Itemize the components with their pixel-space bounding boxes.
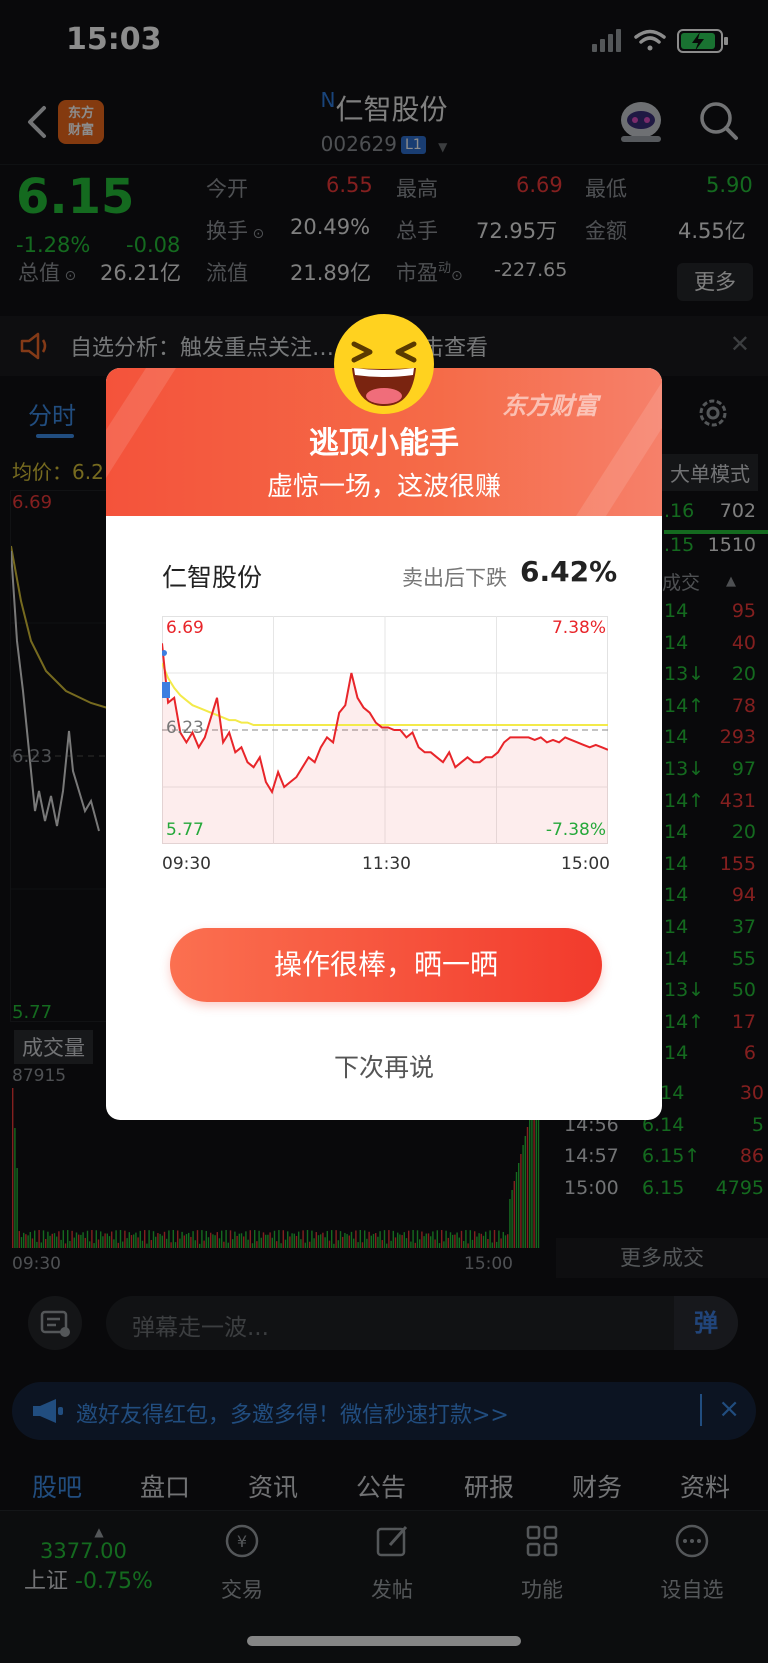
mini-y-mid: 6.23 xyxy=(166,718,204,738)
later-button[interactable]: 下次再说 xyxy=(106,1048,662,1084)
mini-y-top: 6.69 xyxy=(166,618,204,638)
mini-pct-top: 7.38% xyxy=(551,618,606,638)
modal-stock-name: 仁智股份 xyxy=(162,563,263,592)
mini-x-end: 15:00 xyxy=(561,854,610,874)
modal-title: 逃顶小能手 xyxy=(309,426,459,461)
sell-marker xyxy=(162,682,170,698)
brand-watermark: 东方财富 xyxy=(502,392,598,420)
laughing-emoji-icon xyxy=(334,314,434,414)
drop-after-sell-value: 6.42% xyxy=(520,555,618,588)
mini-x-start: 09:30 xyxy=(162,854,211,874)
mini-x-mid: 11:30 xyxy=(362,854,411,874)
modal-subtitle: 虚惊一场，这波很赚 xyxy=(266,472,501,502)
escape-top-modal: 东方财富 逃顶小能手 虚惊一场，这波很赚 仁智股份 卖出后下跌 6.42% 6.… xyxy=(106,368,662,1120)
drop-after-sell-label: 卖出后下跌 xyxy=(402,566,507,590)
mini-y-bottom: 5.77 xyxy=(166,820,204,840)
modal-intraday-chart xyxy=(162,616,608,844)
mini-pct-bottom: -7.38% xyxy=(545,820,606,840)
share-button[interactable]: 操作很棒，晒一晒 xyxy=(170,928,602,1002)
